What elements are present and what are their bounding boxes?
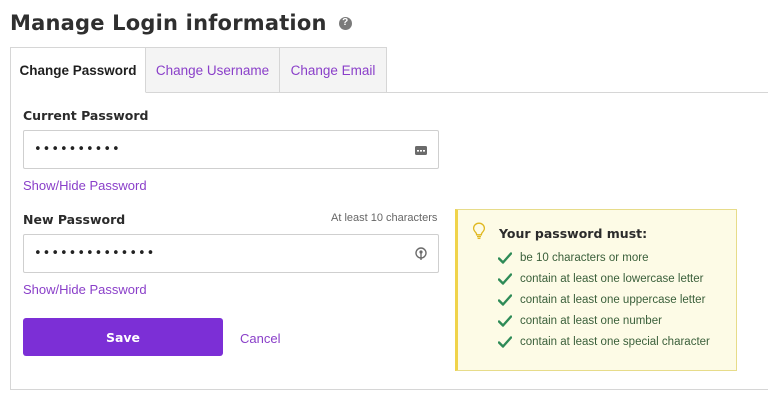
requirement-item: be 10 characters or more [498,249,648,267]
requirement-text: be 10 characters or more [520,252,649,264]
requirement-item: contain at least one special character [498,333,710,351]
requirement-text: contain at least one special character [520,336,710,348]
show-hide-new-password-link[interactable]: Show/Hide Password [23,282,147,297]
tab-label: Change Username [155,62,270,78]
password-manager-icon[interactable] [414,143,428,157]
checkmark-icon [498,252,512,264]
password-requirements-box: Your password must: be 10 characters or … [455,209,737,371]
lightbulb-icon [472,222,486,240]
checkmark-icon [498,273,512,285]
requirement-text: contain at least one number [520,315,662,327]
page-header: Manage Login information ? [10,6,352,40]
save-button[interactable]: Save [23,318,223,356]
requirements-title: Your password must: [499,226,648,241]
password-key-icon[interactable] [414,247,428,261]
tab-change-password[interactable]: Change Password [10,47,146,93]
requirement-item: contain at least one lowercase letter [498,270,703,288]
requirement-item: contain at least one uppercase letter [498,291,705,309]
requirement-item: contain at least one number [498,312,662,330]
new-password-field[interactable]: •••••••••••••• [23,234,439,273]
new-password-label: New Password [23,212,126,227]
tab-label: Change Email [290,62,376,78]
requirement-text: contain at least one lowercase letter [520,273,704,285]
tab-change-username[interactable]: Change Username [146,47,280,93]
help-circle-icon[interactable]: ? [338,16,352,30]
cancel-link[interactable]: Cancel [240,331,280,346]
new-password-hint: At least 10 characters [331,212,438,224]
checkmark-icon [498,336,512,348]
new-password-value: •••••••••••••• [34,246,156,261]
tab-bar: Change Password Change Username Change E… [10,47,387,93]
page-title: Manage Login information [10,11,327,35]
checkmark-icon [498,294,512,306]
current-password-field[interactable]: •••••••••• [23,130,439,169]
show-hide-current-password-link[interactable]: Show/Hide Password [23,178,147,193]
requirement-text: contain at least one uppercase letter [520,294,706,306]
tab-label: Change Password [19,62,137,78]
checkmark-icon [498,315,512,327]
current-password-label: Current Password [23,108,149,123]
tab-change-email[interactable]: Change Email [280,47,387,93]
current-password-value: •••••••••• [34,142,121,157]
